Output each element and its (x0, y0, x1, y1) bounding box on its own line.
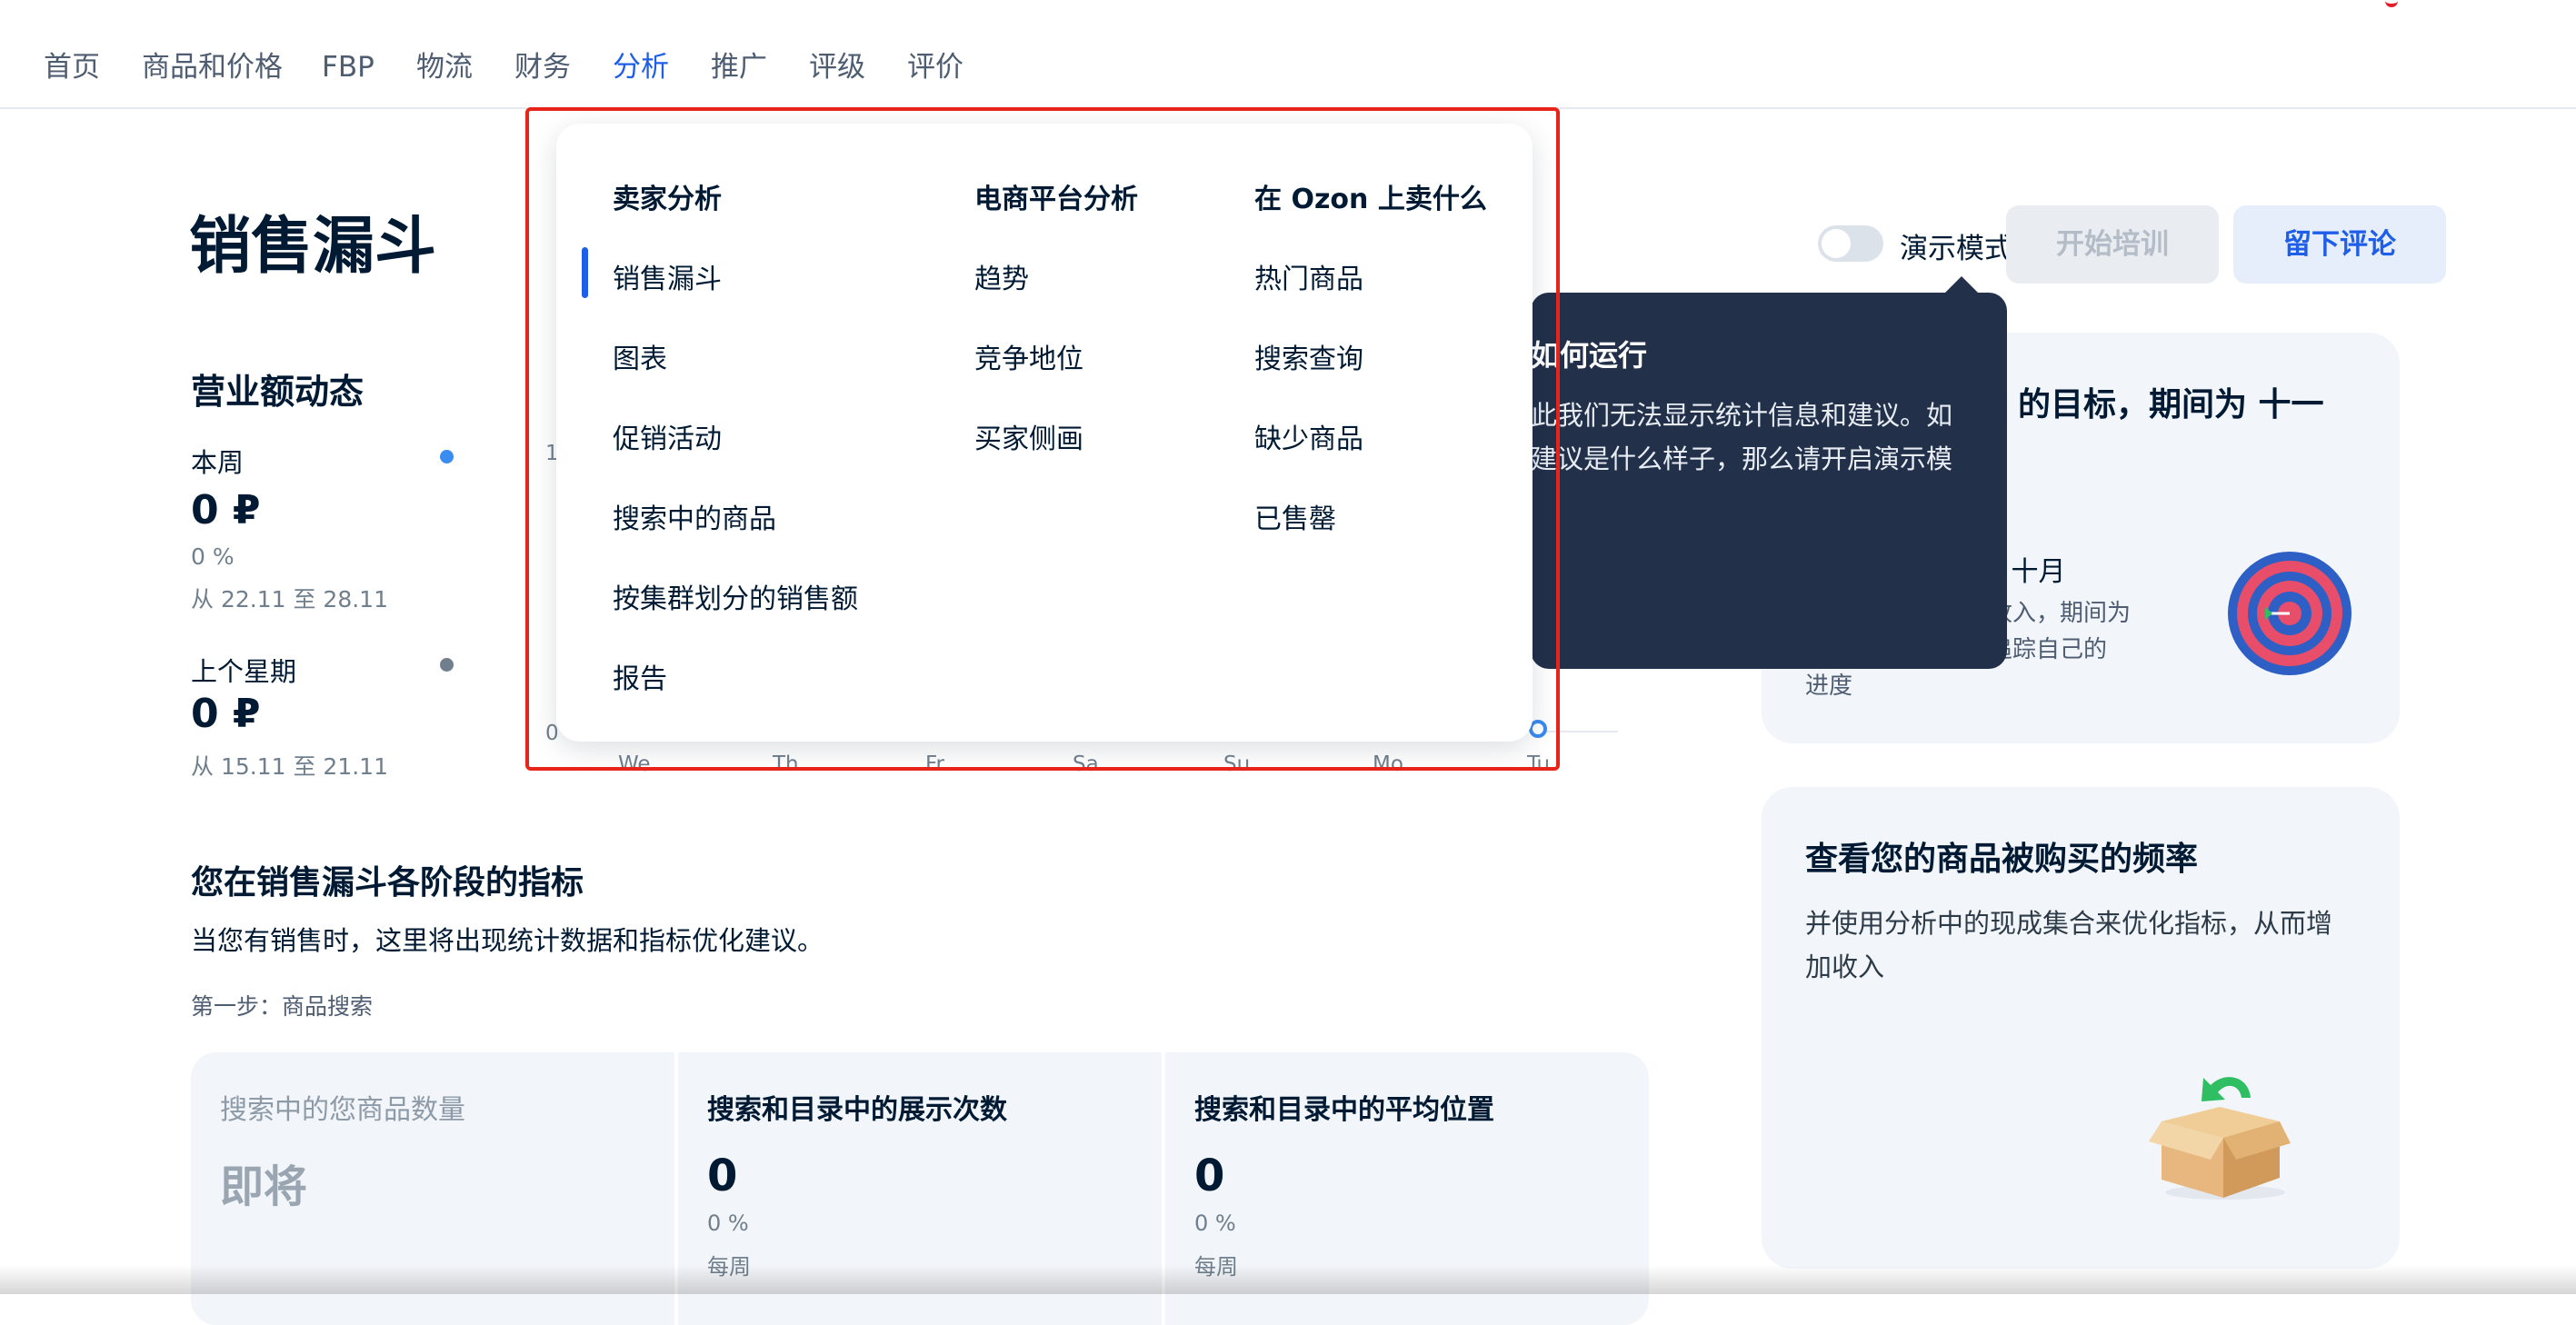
top-navigation: 首页 商品和价格 FBP 物流 财务 分析 推广 评级 评价 (0, 0, 2576, 109)
leave-review-button[interactable]: 留下评论 (2233, 205, 2446, 284)
demo-mode-toggle[interactable] (1818, 225, 1883, 262)
tooltip-text-line: 此我们无法显示统计信息和建议。如 (1531, 400, 1953, 431)
goal-card-title: 的目标，期间为 十一 (2018, 386, 2324, 423)
nav-rating[interactable]: 评级 (809, 49, 865, 85)
funnel-description: 当您有销售时，这里将出现统计数据和指标优化建议。 (191, 925, 824, 956)
toggle-knob (1822, 229, 1851, 258)
goal-card-line: 进度 (1805, 672, 1853, 700)
last-week-range: 从 15.11 至 21.11 (191, 753, 388, 780)
notification-mark (2385, 0, 2398, 7)
freq-card-line: 加收入 (1805, 951, 1885, 982)
metric-title: 搜索和目录中的展示次数 (707, 1094, 1007, 1126)
this-week-value: 0 ₽ (191, 487, 261, 533)
nav-home[interactable]: 首页 (44, 49, 100, 85)
this-week-legend-dot (440, 450, 454, 463)
box-icon (2149, 1077, 2291, 1200)
highlight-box (525, 107, 1560, 771)
metric-title: 搜索和目录中的平均位置 (1194, 1094, 1494, 1126)
revenue-dynamics-title: 营业额动态 (191, 372, 364, 412)
last-week-value: 0 ₽ (191, 691, 261, 737)
nav-finance[interactable]: 财务 (514, 49, 571, 85)
freq-card-title: 查看您的商品被购买的频率 (1805, 841, 2199, 878)
metric-title: 搜索中的您商品数量 (220, 1094, 465, 1126)
nav-products-prices[interactable]: 商品和价格 (142, 49, 283, 85)
last-week-legend-dot (440, 658, 454, 672)
start-training-button[interactable]: 开始培训 (2006, 205, 2219, 284)
metric-value: 0 (707, 1151, 738, 1201)
target-icon (2228, 552, 2351, 675)
window-bottom-shadow (0, 1265, 2576, 1294)
purchase-frequency-card[interactable]: 查看您的商品被购买的频率 并使用分析中的现成集合来优化指标，从而增 加收入 (1762, 787, 2400, 1269)
nav-promotion[interactable]: 推广 (711, 49, 767, 85)
freq-card-line: 并使用分析中的现成集合来优化指标，从而增 (1805, 908, 2333, 939)
nav-reviews[interactable]: 评价 (907, 49, 964, 85)
nav-analytics[interactable]: 分析 (613, 49, 669, 85)
funnel-title: 您在销售漏斗各阶段的指标 (191, 864, 584, 902)
tooltip-arrow (1943, 276, 1980, 294)
metric-value: 即将 (220, 1161, 308, 1212)
last-week-label: 上个星期 (191, 656, 297, 687)
this-week-range: 从 22.11 至 28.11 (191, 586, 388, 613)
tooltip-text-line: 建议是什么样子，那么请开启演示模 (1531, 443, 1953, 474)
this-week-percent: 0 % (191, 543, 235, 570)
page-title: 销售漏斗 (189, 211, 437, 283)
nav-fbp[interactable]: FBP (322, 49, 374, 85)
this-week-label: 本周 (191, 447, 245, 478)
metric-value: 0 (1194, 1151, 1225, 1201)
demo-mode-label: 演示模式 (1900, 233, 2012, 265)
metric-percent: 0 % (1194, 1210, 1236, 1236)
funnel-step-label: 第一步：商品搜索 (191, 993, 374, 1020)
nav-logistics[interactable]: 物流 (416, 49, 473, 85)
demo-mode-tooltip: 如何运行 此我们无法显示统计信息和建议。如 建议是什么样子，那么请开启演示模 (1531, 293, 2007, 669)
metric-percent: 0 % (707, 1210, 749, 1236)
